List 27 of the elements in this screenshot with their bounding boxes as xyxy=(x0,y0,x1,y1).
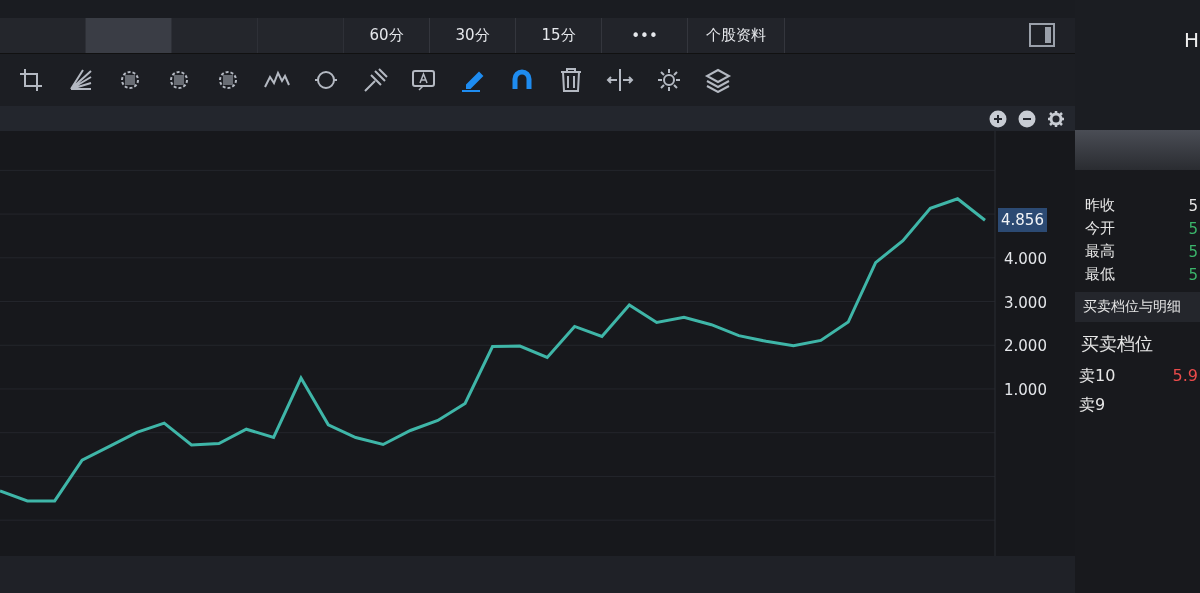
axis-label: 4.000 xyxy=(1004,249,1047,268)
quote-label: 最高 xyxy=(1085,242,1115,261)
order-book-title: 买卖档位 xyxy=(1080,332,1154,356)
panel-toggle-icon[interactable] xyxy=(1029,23,1055,47)
quote-label: 昨收 xyxy=(1085,196,1115,215)
note-tool-icon[interactable] xyxy=(410,67,438,93)
quote-value: 5 xyxy=(1188,265,1198,284)
header-text: H xyxy=(1183,28,1199,52)
ask-price: 5.9 xyxy=(1172,366,1198,387)
gear-tool-icon[interactable] xyxy=(655,67,683,93)
quote-label: 今开 xyxy=(1085,219,1115,238)
layers-tool-icon[interactable] xyxy=(704,67,732,93)
ask-label: 卖10 xyxy=(1079,366,1116,387)
axis-label: 1.000 xyxy=(1004,380,1047,399)
zoom-in-icon[interactable] xyxy=(989,109,1007,128)
section-header[interactable]: 买卖档位与明细 xyxy=(1075,292,1200,322)
ask-label: 卖9 xyxy=(1079,395,1106,416)
quote-label: 最低 xyxy=(1085,265,1115,284)
quote-value: 5 xyxy=(1188,196,1198,215)
zoom-out-icon[interactable] xyxy=(1018,109,1036,128)
current-price-badge: 4.856 xyxy=(998,208,1047,233)
settings-icon[interactable] xyxy=(1047,109,1065,128)
axis-label: 3.000 xyxy=(1004,293,1047,312)
quote-value: 5 xyxy=(1188,242,1198,261)
axis-label: 2.000 xyxy=(1004,337,1047,356)
split-tool-icon[interactable] xyxy=(606,67,634,93)
quote-value: 5 xyxy=(1188,219,1198,238)
